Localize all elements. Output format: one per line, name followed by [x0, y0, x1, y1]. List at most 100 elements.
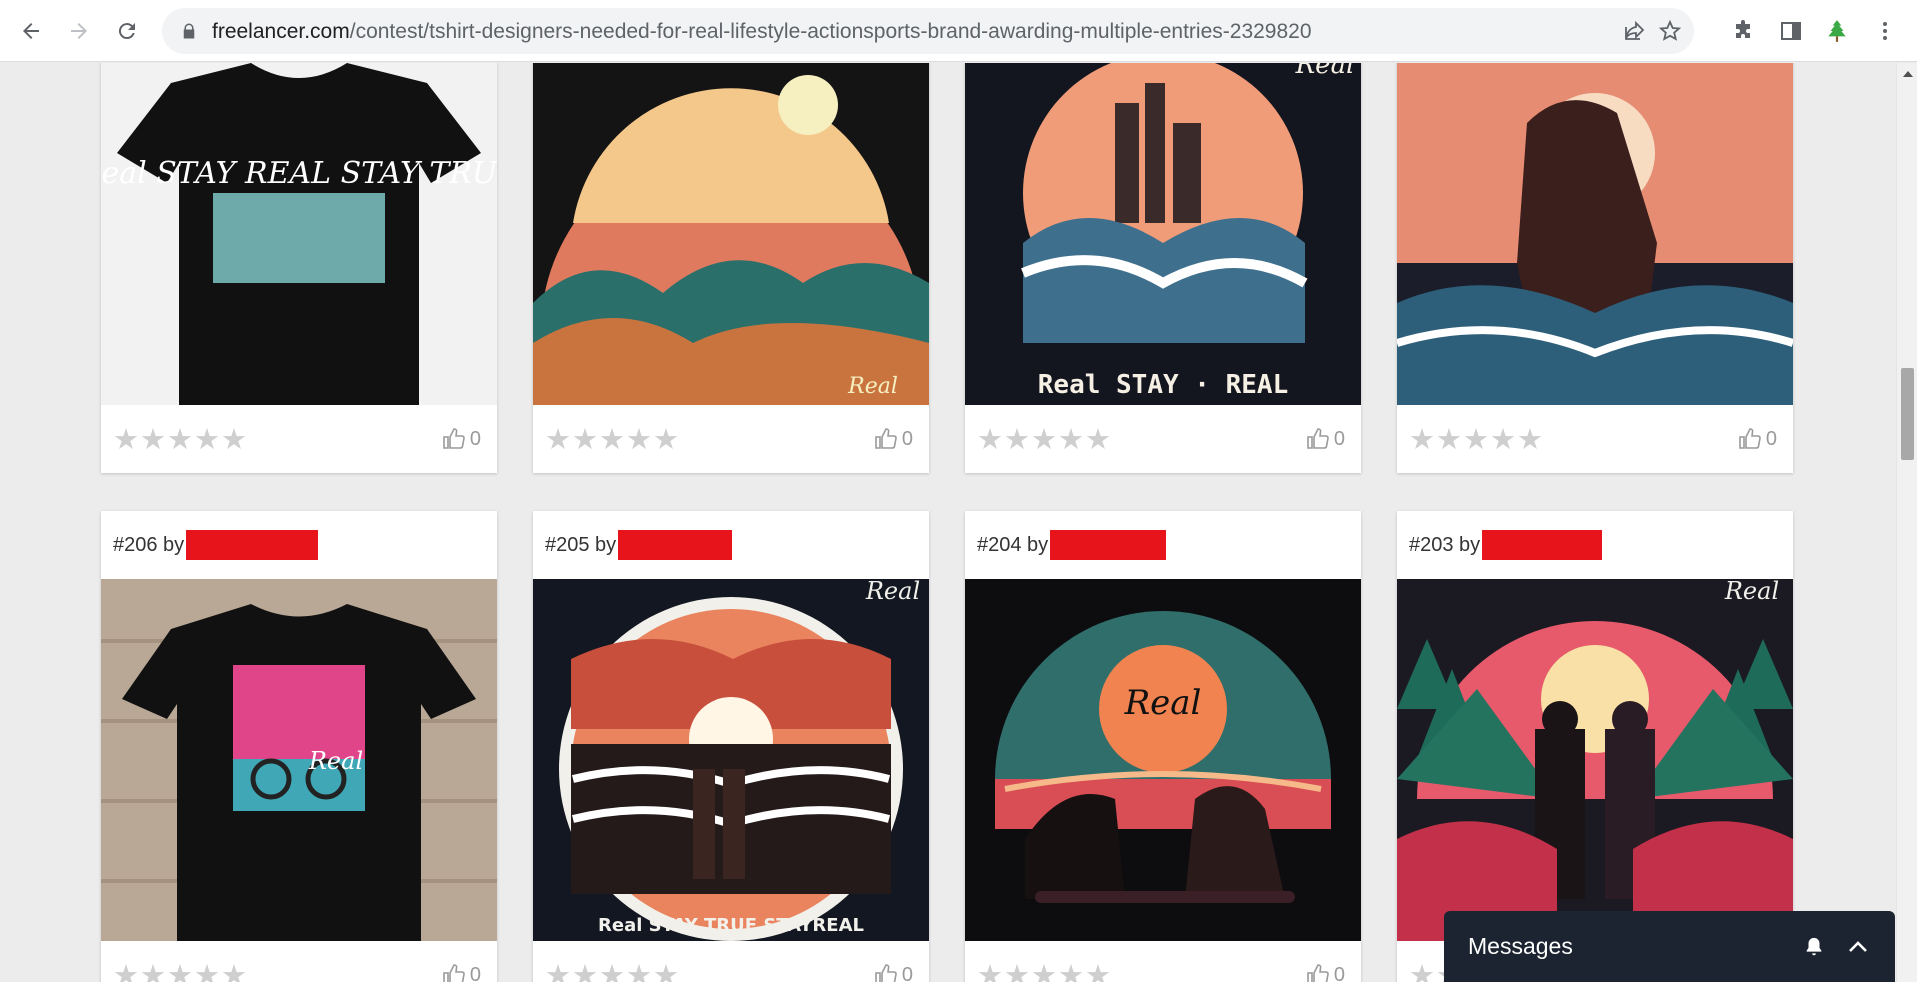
like-count: 0 [1333, 427, 1345, 450]
entry-image: Real Real STAY · REAL [965, 63, 1361, 405]
entry-thumbnail[interactable]: Real [101, 579, 497, 941]
entry-image: Real Real STAY TRUE STAYREAL [533, 579, 929, 941]
browser-menu-button[interactable] [1870, 16, 1900, 46]
entry-thumbnail[interactable]: Real Real STAY TRUE STAYREAL [533, 579, 929, 941]
tree-icon [1828, 20, 1846, 42]
reload-icon [118, 23, 135, 40]
art-text: Real STAY TRUE STAYREAL [598, 915, 864, 936]
entry-card[interactable]: Real STAY REAL STAY TRUE ★★★★★ 0 [101, 63, 497, 473]
art-text-logo: Real [1295, 63, 1355, 80]
chevron-up-icon [1849, 940, 1867, 952]
entry-title[interactable]: #204 by [977, 534, 1048, 557]
expand-messages-button[interactable] [1845, 934, 1871, 960]
profile-extension-button[interactable] [1822, 16, 1852, 46]
entry-footer: ★★★★★ 0 [101, 405, 497, 473]
redacted-username [618, 530, 733, 560]
entry-thumbnail[interactable]: Real [533, 63, 929, 405]
entry-header: #205 by [533, 511, 929, 579]
side-panel-icon [1781, 22, 1801, 40]
entry-image: Real [965, 579, 1361, 941]
entry-card[interactable]: Real Real STAY · REAL ★★★★★ 0 [965, 63, 1361, 473]
scroll-up-arrow-icon[interactable] [1903, 71, 1913, 77]
rating-stars[interactable]: ★★★★★ [977, 958, 1112, 982]
entry-image: Real [101, 579, 497, 941]
entry-card[interactable]: #206 by Real ★★★★★ 0 [101, 511, 497, 982]
entry-image [1397, 63, 1793, 405]
like-count: 0 [901, 963, 913, 982]
thumbs-up-icon [1739, 428, 1761, 449]
entry-title[interactable]: #205 by [545, 534, 616, 557]
entry-image: Real [533, 63, 929, 405]
art-text: Real [308, 747, 363, 775]
kebab-menu-icon [1883, 22, 1887, 40]
redacted-username [186, 530, 319, 560]
entry-image: Real STAY REAL STAY TRUE [101, 63, 497, 405]
entry-footer: ★★★★★ 0 [533, 405, 929, 473]
bell-icon [1806, 937, 1822, 955]
messages-label: Messages [1468, 933, 1573, 959]
address-bar[interactable]: freelancer.com/contest/tshirt-designers-… [162, 8, 1694, 54]
rating-stars[interactable]: ★★★★★ [1409, 422, 1544, 457]
like-button[interactable]: 0 [1306, 427, 1345, 451]
like-button[interactable]: 0 [874, 427, 913, 451]
thumbs-up-icon [443, 428, 465, 449]
like-button[interactable]: 0 [874, 963, 913, 982]
entry-thumbnail[interactable] [1397, 63, 1793, 405]
entry-footer: ★★★★★ 0 [101, 941, 497, 982]
entry-thumbnail[interactable]: Real STAY REAL STAY TRUE [101, 63, 497, 405]
redacted-username [1050, 530, 1167, 560]
thumbs-up-icon [875, 428, 897, 449]
scrollbar-thumb[interactable] [1901, 368, 1914, 460]
reload-button[interactable] [108, 12, 146, 50]
side-panel-button[interactable] [1776, 16, 1806, 46]
thumbs-up-icon [1307, 428, 1329, 449]
arrow-right-icon [71, 23, 87, 39]
url-host: freelancer.com [212, 20, 350, 43]
rating-stars[interactable]: ★★★★★ [977, 422, 1112, 457]
like-count: 0 [1765, 427, 1777, 450]
like-button[interactable]: 0 [1306, 963, 1345, 982]
entry-image: Real [1397, 579, 1793, 941]
like-count: 0 [469, 427, 481, 450]
entry-thumbnail[interactable]: Real Real STAY · REAL [965, 63, 1361, 405]
back-button[interactable] [12, 12, 50, 50]
entry-footer: ★★★★★ 0 [965, 405, 1361, 473]
entry-card[interactable]: #205 by Real Real STAY TRUE STAYREAL ★★★… [533, 511, 929, 982]
forward-button[interactable] [60, 12, 98, 50]
entry-header: #206 by [101, 511, 497, 579]
rating-stars[interactable]: ★★★★★ [545, 422, 680, 457]
browser-toolbar: freelancer.com/contest/tshirt-designers-… [0, 0, 1917, 62]
entry-card[interactable]: ★★★★★ 0 [1397, 63, 1793, 473]
messages-panel[interactable]: Messages [1444, 911, 1895, 982]
like-count: 0 [1333, 963, 1345, 982]
like-count: 0 [901, 427, 913, 450]
entry-header: #203 by [1397, 511, 1793, 579]
like-button[interactable]: 0 [442, 963, 481, 982]
entry-card[interactable]: #204 by Real ★★★★★ 0 [965, 511, 1361, 982]
art-text-logo: Real [865, 579, 920, 605]
page-scrollbar[interactable] [1896, 63, 1917, 982]
entry-card[interactable]: Real ★★★★★ 0 [533, 63, 929, 473]
arrow-left-icon [23, 23, 39, 39]
rating-stars[interactable]: ★★★★★ [113, 422, 248, 457]
rating-stars[interactable]: ★★★★★ [545, 958, 680, 982]
rating-stars[interactable]: ★★★★★ [113, 958, 248, 982]
notification-bell-button[interactable] [1801, 934, 1827, 960]
extensions-button[interactable] [1728, 16, 1758, 46]
url-path: /contest/tshirt-designers-needed-for-rea… [349, 20, 1312, 43]
entry-title[interactable]: #203 by [1409, 534, 1480, 557]
thumbs-up-icon [875, 964, 897, 982]
art-text: Real STAY · REAL [1038, 370, 1288, 400]
like-button[interactable]: 0 [442, 427, 481, 451]
share-icon[interactable] [1622, 19, 1646, 43]
entry-thumbnail[interactable]: Real [965, 579, 1361, 941]
url-text[interactable]: freelancer.com/contest/tshirt-designers-… [212, 20, 1312, 44]
entry-header: #204 by [965, 511, 1361, 579]
entry-thumbnail[interactable]: Real [1397, 579, 1793, 941]
bookmark-star-icon[interactable] [1658, 19, 1682, 43]
entry-title[interactable]: #206 by [113, 534, 184, 557]
like-button[interactable]: 0 [1738, 427, 1777, 451]
entry-footer: ★★★★★ 0 [965, 941, 1361, 982]
contest-entries-page: Real STAY REAL STAY TRUE ★★★★★ 0 Real [0, 63, 1896, 982]
redacted-username [1482, 530, 1603, 560]
